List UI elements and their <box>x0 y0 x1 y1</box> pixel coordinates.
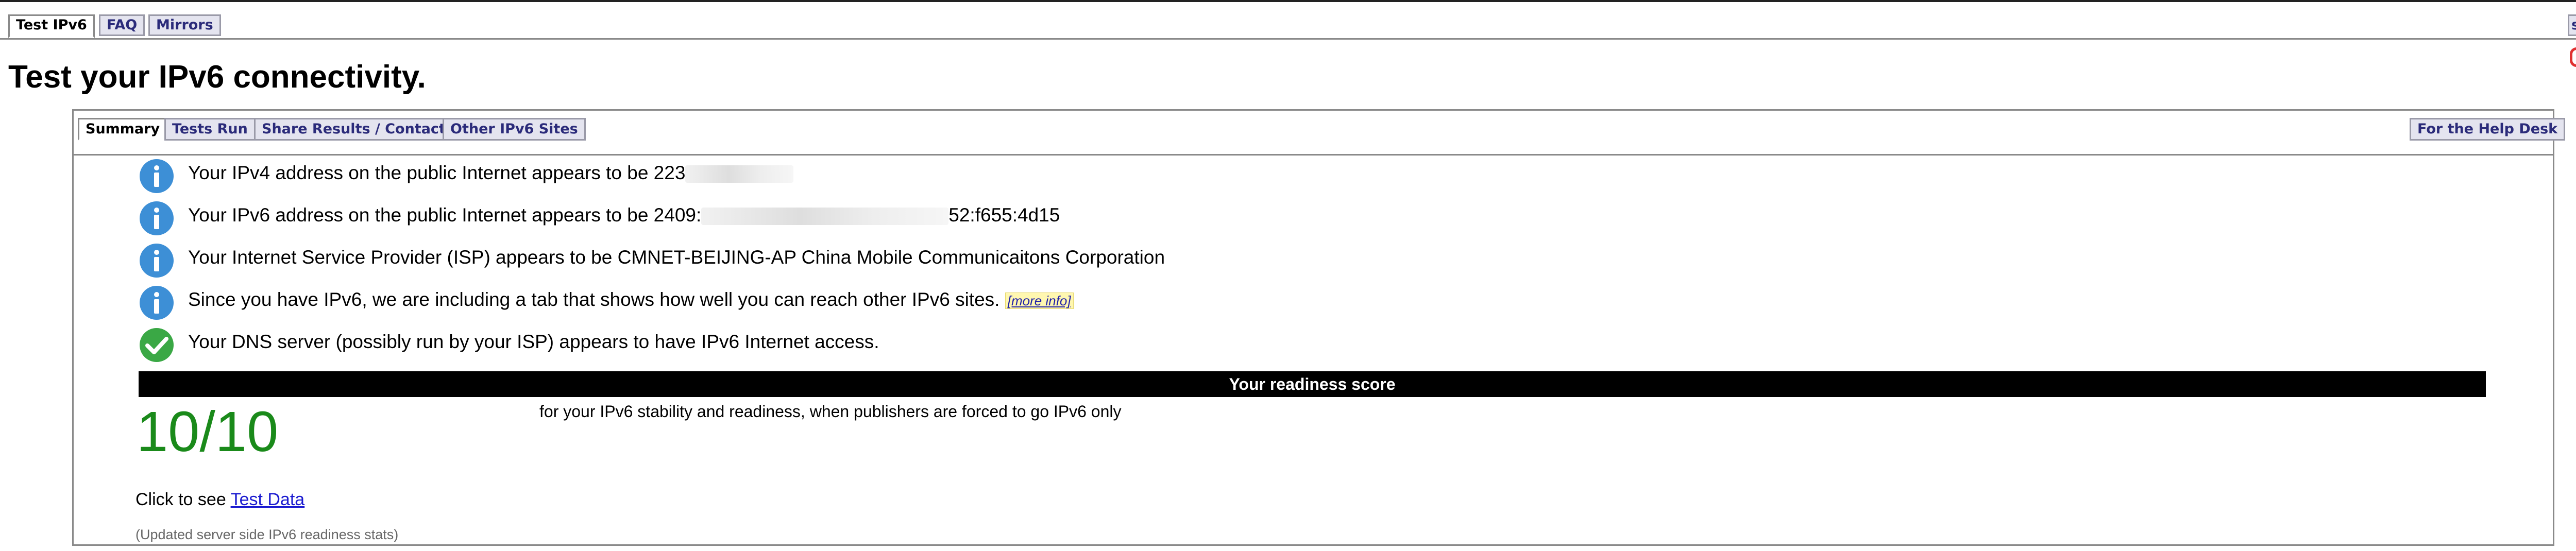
readiness-score-header: Your readiness score <box>139 371 2486 397</box>
results-panel: Summary Tests Run Share Results / Contac… <box>72 109 2566 546</box>
page-title: Test your IPv6 connectivity. <box>8 59 426 95</box>
warning-icon <box>2570 47 2576 67</box>
sub-tab-strip: Summary Tests Run Share Results / Contac… <box>74 111 2566 156</box>
result-text: Your IPv4 address on the public Internet… <box>188 162 794 184</box>
info-icon <box>140 244 174 278</box>
updated-stats-note: (Updated server side IPv6 readiness stat… <box>135 527 399 542</box>
more-info-link[interactable]: [more info] <box>1005 292 1074 309</box>
tab-share-results[interactable]: Share Results / Contact <box>254 118 453 141</box>
result-row-ipv6: Your IPv6 address on the public Internet… <box>139 200 2405 238</box>
page: Test IPv6 FAQ Mirrors s Test your IPv6 c… <box>0 0 2576 551</box>
tab-test-ipv6[interactable]: Test IPv6 <box>8 14 95 38</box>
result-row-ipv4: Your IPv4 address on the public Internet… <box>139 158 2405 196</box>
result-text: Your Internet Service Provider (ISP) app… <box>188 247 1165 268</box>
help-desk-button[interactable]: For the Help Desk <box>2410 118 2566 141</box>
info-icon <box>140 159 174 193</box>
tab-summary[interactable]: Summary <box>78 118 168 141</box>
result-text: Since you have IPv6, we are including a … <box>188 289 1074 311</box>
check-icon <box>140 328 174 362</box>
test-data-link[interactable]: Test Data <box>231 490 305 509</box>
readiness-score-value: 10/10 <box>137 400 279 463</box>
top-tab-strip: Test IPv6 FAQ Mirrors s <box>0 12 2576 40</box>
result-text: Your IPv6 address on the public Internet… <box>188 204 1060 226</box>
top-border <box>0 0 2576 2</box>
info-icon <box>140 201 174 235</box>
result-row-ipv6-tab: Since you have IPv6, we are including a … <box>139 285 2405 323</box>
redacted-block <box>685 165 794 183</box>
tab-mirrors[interactable]: Mirrors <box>148 14 221 36</box>
result-row-isp: Your Internet Service Provider (ISP) app… <box>139 243 2405 281</box>
test-data-line: Click to see Test Data <box>135 490 305 509</box>
readiness-score-description: for your IPv6 stability and readiness, w… <box>539 402 1122 421</box>
tab-faq[interactable]: FAQ <box>99 14 145 36</box>
tab-other-ipv6-sites[interactable]: Other IPv6 Sites <box>443 118 586 141</box>
result-text: Your DNS server (possibly run by your IS… <box>188 331 879 352</box>
result-row-dns: Your DNS server (possibly run by your IS… <box>139 327 2405 365</box>
info-icon <box>140 286 174 320</box>
tab-tests-run[interactable]: Tests Run <box>164 118 256 141</box>
redacted-block <box>701 208 949 226</box>
tab-cutoff[interactable]: s <box>2568 14 2576 36</box>
